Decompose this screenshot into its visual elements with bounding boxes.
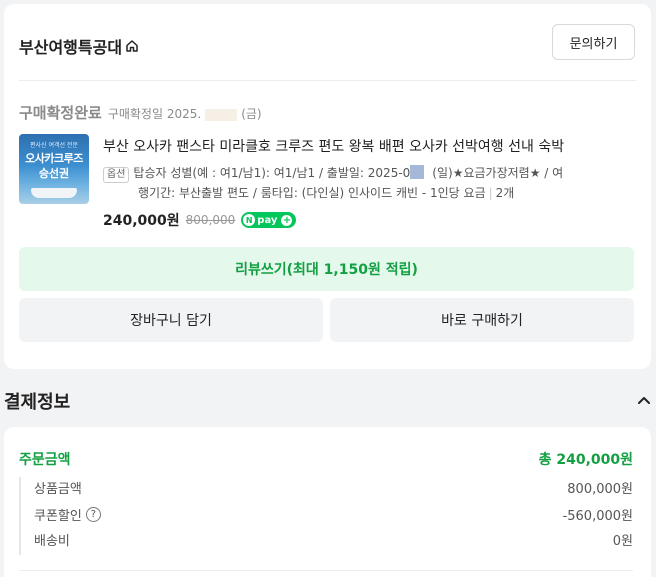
add-to-cart-button[interactable]: 장바구니 담기 bbox=[19, 298, 323, 342]
store-name-link[interactable]: 부산여행특공대 bbox=[19, 34, 139, 58]
payment-card: 주문금액 총 240,000원 상품금액 800,000원 쿠폰할인 ? -56… bbox=[4, 427, 651, 577]
thumbnail-caption-small: 편사신 여객선 전문 bbox=[30, 142, 78, 149]
thumbnail-caption-line1: 오사카크루즈 bbox=[25, 152, 83, 165]
option-text-a: 탑승자 성별(예 : 여1/남1): 여1/남1 / 출발일: 2025-0 bbox=[133, 166, 411, 180]
npay-text: pay bbox=[257, 214, 278, 226]
divider bbox=[19, 570, 633, 571]
redacted-mask bbox=[410, 165, 425, 179]
product-title[interactable]: 부산 오사카 팬스타 미라클호 크루즈 편도 왕복 배편 오사카 선박여행 선내… bbox=[103, 136, 633, 156]
chevron-up-icon[interactable] bbox=[636, 392, 652, 408]
detail-value: 800,000원 bbox=[567, 481, 633, 497]
product-option: 옵션 탑승자 성별(예 : 여1/남1): 여1/남1 / 출발일: 2025-0… bbox=[103, 163, 633, 203]
price-row: 240,000원 800,000 Npay + bbox=[103, 210, 297, 230]
ship-graphic bbox=[31, 188, 77, 198]
detail-indicator-bar bbox=[19, 477, 21, 555]
detail-label: 쿠폰할인 bbox=[34, 508, 82, 524]
order-amount-label: 주문금액 bbox=[19, 452, 71, 468]
store-name[interactable]: 부산여행특공대 bbox=[19, 34, 122, 58]
detail-label: 상품금액 bbox=[34, 481, 82, 497]
payment-section-title: 결제정보 bbox=[4, 392, 71, 413]
option-text-line2: 행기간: 부산출발 편도 / 룸타입: (다인실) 인사이드 캐빈 - 1인당 … bbox=[138, 186, 486, 200]
npay-n-icon: N bbox=[243, 214, 256, 226]
order-amount-total: 총 240,000원 bbox=[538, 452, 633, 468]
detail-label: 배송비 bbox=[34, 533, 70, 549]
separator: | bbox=[488, 186, 493, 200]
option-text-b: (일)★요금가장저렴★ / 여 bbox=[432, 166, 564, 180]
detail-row-shipping: 배송비 0원 bbox=[34, 529, 633, 549]
detail-row-coupon-discount: 쿠폰할인 ? -560,000원 bbox=[34, 504, 633, 524]
quantity: 2개 bbox=[495, 186, 515, 200]
inquiry-button[interactable]: 문의하기 bbox=[552, 24, 635, 60]
home-icon bbox=[126, 40, 138, 52]
buy-now-button[interactable]: 바로 구매하기 bbox=[330, 298, 634, 342]
confirm-date-suffix: (금) bbox=[241, 107, 262, 121]
divider bbox=[19, 80, 636, 81]
order-status-row: 구매확정완료 구매확정일 2025. (금) bbox=[19, 102, 262, 123]
option-badge: 옵션 bbox=[103, 167, 130, 183]
order-card: 부산여행특공대 문의하기 구매확정완료 구매확정일 2025. (금) 편사신 여… bbox=[4, 4, 651, 369]
confirm-date: 구매확정일 2025. (금) bbox=[108, 105, 262, 122]
original-price: 800,000 bbox=[185, 213, 236, 227]
npay-badge: Npay + bbox=[241, 212, 297, 228]
help-icon[interactable]: ? bbox=[85, 506, 101, 522]
detail-label-wrap: 쿠폰할인 ? bbox=[34, 505, 101, 524]
write-review-button[interactable]: 리뷰쓰기(최대 1,150원 적립) bbox=[19, 247, 634, 291]
detail-row-product-amount: 상품금액 800,000원 bbox=[34, 477, 633, 497]
product-thumbnail[interactable]: 편사신 여객선 전문 오사카크루즈 승선권 bbox=[19, 134, 89, 204]
redacted-mask bbox=[205, 108, 238, 121]
order-status: 구매확정완료 bbox=[19, 104, 102, 122]
confirm-date-prefix: 구매확정일 2025. bbox=[107, 107, 202, 121]
price: 240,000원 bbox=[103, 213, 180, 229]
thumbnail-caption-line2: 승선권 bbox=[38, 167, 70, 180]
detail-value: 0원 bbox=[612, 533, 633, 549]
plus-icon: + bbox=[281, 214, 293, 226]
detail-value: -560,000원 bbox=[562, 508, 633, 524]
